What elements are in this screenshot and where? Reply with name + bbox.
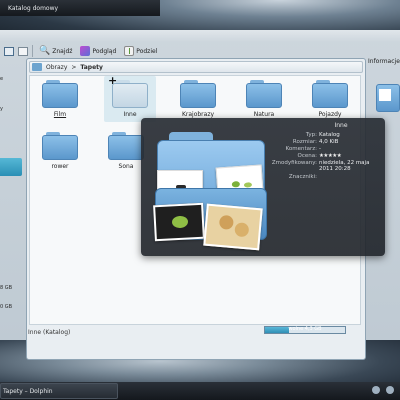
toolbar-separator — [32, 45, 33, 57]
tooltip-key: Ocena: — [297, 153, 317, 159]
status-bar: Inne (Katalog) wolne 4,3 GB — [26, 326, 366, 338]
window-chrome — [0, 30, 400, 42]
find-label: Znajdź — [52, 47, 73, 55]
tooltip-properties: Typ: Katalog Rozmiar: 4,0 KiB Komentarz: - … — [271, 132, 383, 181]
folder-label: Sona — [118, 163, 134, 170]
system-tray — [372, 386, 394, 394]
folder-item[interactable]: Film — [34, 76, 86, 122]
tray-network-icon[interactable] — [372, 386, 380, 394]
tooltip-title: Inne — [334, 122, 348, 129]
split-icon — [124, 46, 135, 56]
task-button[interactable]: Tapety – Dolphin — [0, 383, 118, 399]
split-button[interactable]: Podziel — [122, 44, 159, 58]
window-title: Katalog domowy — [8, 4, 59, 12]
folder-item[interactable]: Krajobrazy — [172, 76, 224, 122]
folder-label: Film — [53, 111, 67, 118]
rating-stars[interactable]: ★★★★★ — [319, 153, 383, 160]
folder-icon — [108, 132, 144, 160]
split-label: Podziel — [136, 47, 158, 55]
free-space-bar[interactable]: wolne 4,3 GB — [264, 326, 346, 334]
breadcrumb-separator: > — [71, 63, 77, 71]
tooltip-value: - — [319, 146, 321, 152]
tooltip-row: Zmodyfikowany: niedziela, 22 maja 2011 20… — [271, 160, 383, 174]
folder-icon — [312, 80, 348, 108]
folder-icon — [246, 80, 282, 108]
tooltip-key: Typ: — [305, 132, 317, 138]
taskbar: Tapety – Dolphin — [0, 382, 400, 400]
details-view-icon[interactable] — [18, 46, 28, 56]
folder-icon — [42, 80, 78, 108]
search-icon: 🔍 — [39, 46, 51, 56]
breadcrumb[interactable]: Obrazy > Tapety — [29, 61, 363, 73]
tooltip-key: Zmodyfikowany: — [271, 160, 317, 166]
find-button[interactable]: 🔍 Znajdź — [37, 44, 74, 58]
folder-item-hovered[interactable]: + Inne — [104, 74, 156, 122]
folder-preview-icon — [376, 84, 400, 112]
folder-icon: + — [108, 74, 148, 108]
folder-label: rower — [51, 163, 69, 170]
tooltip-row: Typ: Katalog — [271, 132, 383, 139]
breadcrumb-current[interactable]: Tapety — [80, 64, 103, 71]
folder-preview-icon — [151, 128, 267, 251]
folder-label: Inne — [123, 111, 137, 118]
folder-label: Pojazdy — [318, 111, 342, 118]
tooltip-value: 4,0 KiB — [319, 139, 339, 145]
tooltip-row: Rozmiar: 4,0 KiB — [271, 139, 383, 146]
folder-tooltip: Inne Typ: Katalog Rozmiar: 4,0 KiB Komenta… — [141, 118, 385, 256]
folder-item[interactable]: Natura — [238, 76, 290, 122]
free-space-text: wolne 4,3 GB — [288, 326, 322, 332]
folder-label: Natura — [253, 111, 275, 118]
tooltip-key: Komentarz: — [285, 146, 317, 152]
tooltip-value: Katalog — [319, 132, 340, 138]
info-panel-header: Informacje — [368, 58, 400, 65]
breadcrumb-parent[interactable]: Obrazy — [46, 64, 67, 71]
sidebar-selected-item[interactable] — [0, 158, 22, 176]
folder-icon — [42, 132, 78, 160]
window-titlebar[interactable]: Katalog domowy — [0, 0, 160, 16]
tooltip-value — [319, 174, 383, 181]
icons-view-icon[interactable] — [4, 46, 14, 56]
task-label: Tapety – Dolphin — [3, 387, 53, 395]
photo-thumbnail — [153, 202, 205, 242]
folder-item[interactable]: rower — [34, 128, 86, 174]
sidebar-device-1[interactable]: 8 GB — [0, 285, 12, 291]
folder-icon — [32, 63, 42, 71]
tooltip-value: niedziela, 22 maja 2011 20:28 — [319, 160, 370, 172]
tooltip-key: Rozmiar: — [292, 139, 317, 145]
sidebar-device-2[interactable]: 0 GB — [0, 304, 12, 310]
folder-item[interactable]: Pojazdy — [304, 76, 356, 122]
preview-button[interactable]: Podgląd — [78, 44, 118, 58]
tooltip-row: Komentarz: - — [271, 146, 383, 153]
preview-icon — [80, 46, 91, 56]
sidebar-label-1[interactable]: e — [0, 76, 3, 82]
tray-notification-icon[interactable] — [386, 386, 394, 394]
folder-icon — [180, 80, 216, 108]
tooltip-key: Znaczniki: — [288, 174, 317, 180]
folder-label: Krajobrazy — [181, 111, 215, 118]
status-text: Inne (Katalog) — [28, 328, 71, 336]
tooltip-row: Ocena: ★★★★★ — [271, 153, 383, 160]
sidebar-label-2[interactable]: y — [0, 106, 3, 112]
places-sidebar: e y 8 GB 0 GB — [0, 72, 22, 362]
photo-thumbnail — [203, 203, 263, 251]
preview-label: Podgląd — [92, 47, 117, 55]
tooltip-row: Znaczniki: — [271, 174, 383, 181]
